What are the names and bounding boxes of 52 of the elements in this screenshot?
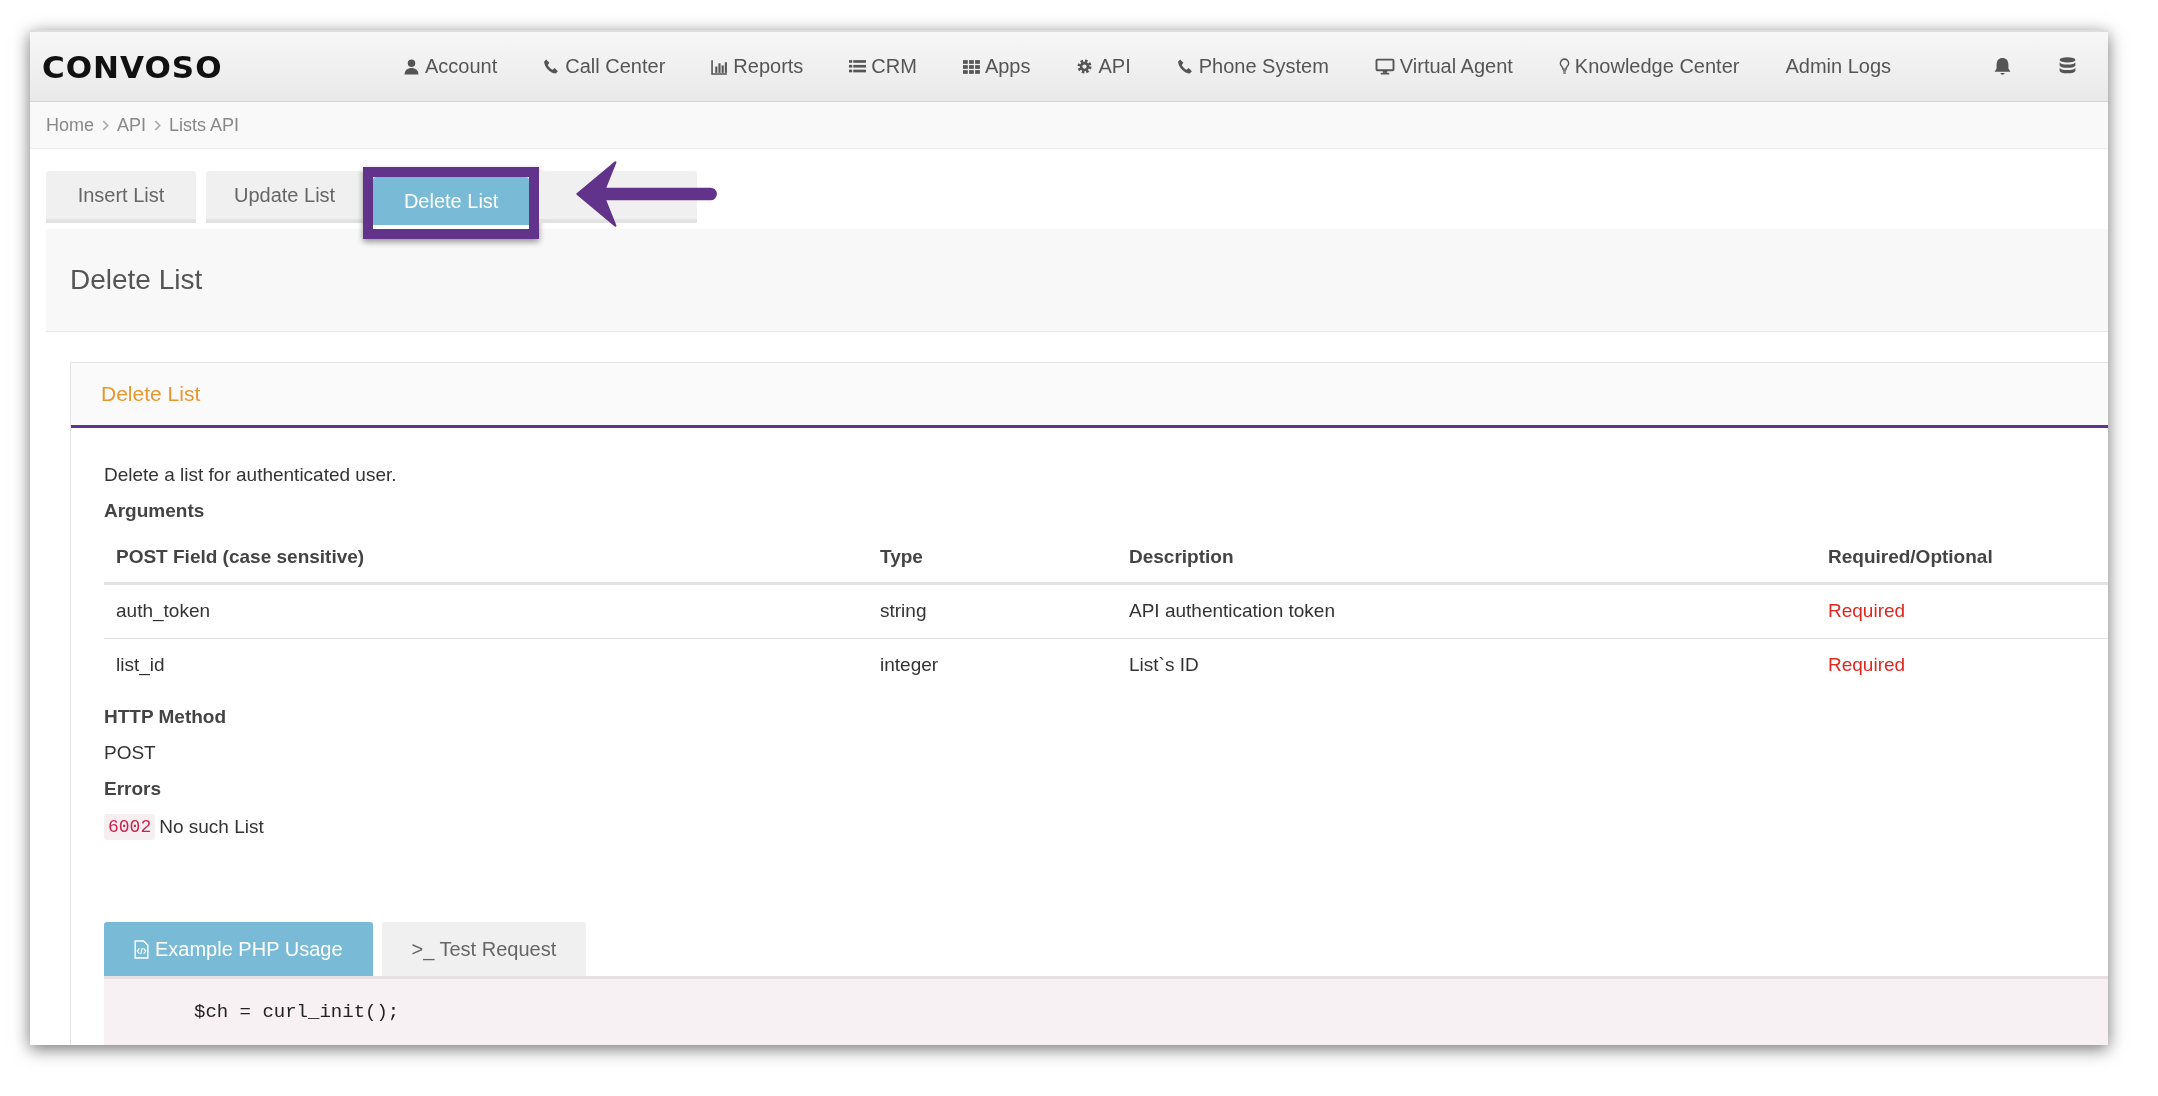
nav-link[interactable]: Admin Logs bbox=[1785, 55, 1892, 78]
http-method: POST bbox=[104, 742, 157, 764]
error-message: No such List bbox=[159, 816, 264, 838]
phone-icon bbox=[1176, 58, 1194, 75]
tab[interactable]: Insert List bbox=[46, 171, 196, 223]
table-cell: list_id bbox=[104, 638, 868, 692]
column-header: POST Field (case sensitive) bbox=[104, 536, 868, 584]
table-cell: integer bbox=[868, 638, 1117, 692]
code-tab[interactable]: >_ Test Request bbox=[381, 922, 587, 976]
card-title: Delete List bbox=[101, 382, 201, 406]
nav-link[interactable]: Call Center bbox=[543, 55, 666, 78]
column-header: Type bbox=[868, 536, 1117, 584]
error-code: 6002 bbox=[104, 814, 156, 840]
grid-icon bbox=[962, 58, 980, 75]
nav-link[interactable]: Virtual Agent bbox=[1374, 55, 1513, 78]
settings-icon bbox=[1076, 58, 1094, 75]
code-file-icon bbox=[134, 939, 149, 959]
table-cell: Required bbox=[1816, 583, 2108, 639]
table-cell: List`s ID bbox=[1117, 638, 1816, 692]
breadcrumb-link[interactable]: API bbox=[117, 114, 147, 136]
nav-link[interactable]: CRM bbox=[849, 55, 917, 78]
table-cell: API authentication token bbox=[1117, 583, 1816, 639]
table-cell: string bbox=[868, 583, 1117, 639]
code-line: $ch = curl_init(); bbox=[194, 1001, 401, 1023]
section-heading: Arguments bbox=[104, 500, 206, 522]
page-title: Delete List bbox=[70, 264, 203, 296]
breadcrumb-link[interactable]: Home bbox=[46, 114, 94, 136]
nav-link[interactable]: API bbox=[1076, 55, 1131, 78]
nav-link[interactable]: Reports bbox=[711, 55, 804, 78]
column-header: Description bbox=[1117, 536, 1816, 584]
chevron-icon bbox=[102, 119, 109, 131]
phone-icon bbox=[543, 58, 561, 75]
nav-link[interactable]: Knowledge Center bbox=[1558, 55, 1740, 78]
description: Delete a list for authenticated user. bbox=[104, 464, 398, 486]
table-cell: Required bbox=[1816, 638, 2108, 692]
breadcrumb-link[interactable]: Lists API bbox=[169, 114, 240, 136]
monitor-icon bbox=[1374, 58, 1395, 75]
nav-link[interactable]: Account bbox=[403, 55, 498, 78]
logo[interactable]: CONVOSO bbox=[42, 48, 403, 85]
nav-link[interactable]: Phone System bbox=[1176, 55, 1329, 78]
table-cell: auth_token bbox=[104, 583, 868, 639]
bar-chart-icon bbox=[711, 58, 729, 75]
chevron-icon bbox=[154, 119, 162, 131]
list-icon bbox=[849, 58, 867, 75]
notification-bell-icon[interactable] bbox=[1992, 56, 2013, 77]
tab[interactable]: Update List bbox=[206, 171, 364, 223]
user-icon bbox=[403, 58, 420, 75]
nav-link[interactable]: Apps bbox=[962, 55, 1031, 78]
section-heading: Errors bbox=[104, 778, 163, 800]
lightbulb-icon bbox=[1558, 58, 1570, 75]
column-header: Required/Optional bbox=[1816, 536, 2108, 584]
section-heading: HTTP Method bbox=[104, 706, 228, 728]
